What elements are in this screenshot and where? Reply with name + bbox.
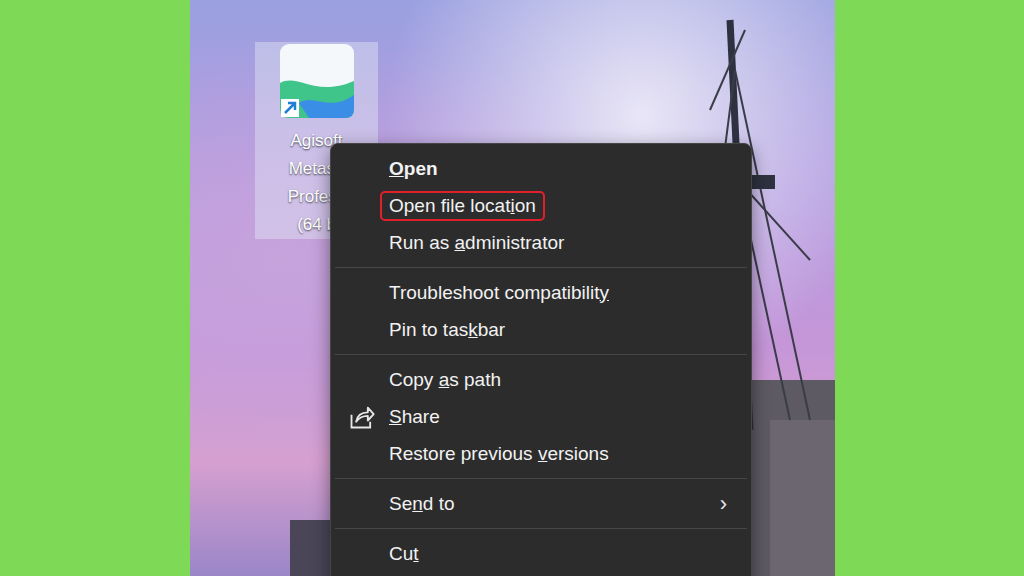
menu-item[interactable]: Share [335, 398, 747, 435]
menu-separator [335, 528, 747, 529]
menu-item[interactable]: Restore previous versions [335, 435, 747, 472]
green-margin [0, 0, 190, 576]
menu-item-label: Run as administrator [389, 232, 727, 254]
metashape-app-icon [279, 43, 355, 119]
share-icon [348, 403, 376, 431]
desktop-wallpaper: AgisoftMetashProfess(64 bOpenOpen file l… [190, 0, 835, 576]
menu-item[interactable]: Pin to taskbar [335, 311, 747, 348]
menu-item-label: Troubleshoot compatibility [389, 282, 727, 304]
menu-item-label: Share [389, 406, 727, 428]
menu-item-label: Open [389, 158, 727, 180]
menu-separator [335, 478, 747, 479]
menu-item[interactable]: Cut [335, 535, 747, 572]
menu-item-label: Restore previous versions [389, 443, 727, 465]
submenu-arrow-icon: › [720, 491, 727, 517]
menu-separator [335, 267, 747, 268]
menu-item-label: Open file location [380, 191, 545, 221]
menu-item[interactable]: Send to› [335, 485, 747, 522]
menu-item-label: Send to [389, 493, 720, 515]
menu-item[interactable]: Open [335, 150, 747, 187]
menu-item[interactable]: Open file location [335, 187, 747, 224]
page: AgisoftMetashProfess(64 bOpenOpen file l… [0, 0, 1024, 576]
menu-separator [335, 354, 747, 355]
menu-item-label: Pin to taskbar [389, 319, 727, 341]
menu-item[interactable]: Troubleshoot compatibility [335, 274, 747, 311]
menu-item[interactable]: Copy as path [335, 361, 747, 398]
menu-item-label: Cut [389, 543, 727, 565]
menu-item-label: Copy as path [389, 369, 727, 391]
green-margin [835, 0, 1024, 576]
context-menu: Open Open file location Run as administrat… [330, 143, 752, 576]
menu-item[interactable]: Run as administrator [335, 224, 747, 261]
